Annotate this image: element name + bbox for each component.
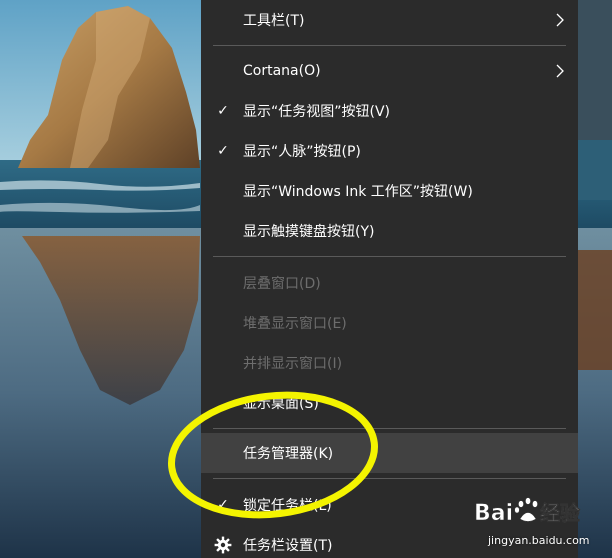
baidu-jingyan-watermark: Bai 经验 jingyan.baidu.com (470, 492, 608, 554)
baidu-logo-icon: Bai 经验 (474, 497, 580, 526)
menu-item-show-touch-keyboard[interactable]: 显示触摸键盘按钮(Y) (201, 211, 578, 251)
watermark-logo-text: Bai (474, 501, 513, 526)
menu-item-show-windows-ink[interactable]: 显示“Windows Ink 工作区”按钮(W) (201, 171, 578, 211)
gear-icon (214, 536, 232, 554)
menu-item-side-by-side: 并排显示窗口(I) (201, 343, 578, 383)
menu-item-label: 堆叠显示窗口(E) (243, 316, 347, 332)
checkmark-icon: ✓ (217, 103, 229, 119)
menu-item-label: 显示“人脉”按钮(P) (243, 144, 361, 160)
menu-separator (213, 45, 566, 46)
menu-item-label: 显示触摸键盘按钮(Y) (243, 224, 375, 240)
menu-item-label: 并排显示窗口(I) (243, 356, 343, 372)
watermark-url: jingyan.baidu.com (488, 534, 590, 547)
menu-item-task-manager[interactable]: 任务管理器(K) (201, 433, 578, 473)
menu-item-cortana[interactable]: Cortana(O) (201, 51, 578, 91)
menu-item-cascade-windows: 层叠窗口(D) (201, 263, 578, 303)
menu-item-label: 显示“Windows Ink 工作区”按钮(W) (243, 184, 473, 200)
menu-item-label: 显示“任务视图”按钮(V) (243, 104, 391, 120)
menu-item-label: 任务栏设置(T) (243, 538, 333, 554)
menu-item-label: 任务管理器(K) (243, 446, 334, 462)
chevron-right-icon (556, 13, 564, 27)
watermark-logo-text2: 经验 (540, 501, 580, 525)
menu-item-label: 层叠窗口(D) (243, 276, 321, 292)
checkmark-icon: ✓ (217, 497, 229, 513)
menu-item-label: 锁定任务栏(L) (243, 498, 332, 514)
menu-item-label: Cortana(O) (243, 63, 321, 79)
chevron-right-icon (556, 64, 564, 78)
menu-item-show-task-view[interactable]: ✓ 显示“任务视图”按钮(V) (201, 91, 578, 131)
menu-separator (213, 256, 566, 257)
menu-separator (213, 478, 566, 479)
checkmark-icon: ✓ (217, 143, 229, 159)
menu-item-show-desktop[interactable]: 显示桌面(S) (201, 383, 578, 423)
menu-item-label: 显示桌面(S) (243, 396, 319, 412)
menu-item-stack-windows: 堆叠显示窗口(E) (201, 303, 578, 343)
menu-item-label: 工具栏(T) (243, 13, 305, 29)
menu-item-toolbars[interactable]: 工具栏(T) (201, 0, 578, 40)
taskbar-context-menu: 工具栏(T) Cortana(O) ✓ 显示“任务视图”按钮(V) ✓ 显示“人… (201, 0, 578, 558)
menu-item-show-people[interactable]: ✓ 显示“人脉”按钮(P) (201, 131, 578, 171)
menu-separator (213, 428, 566, 429)
